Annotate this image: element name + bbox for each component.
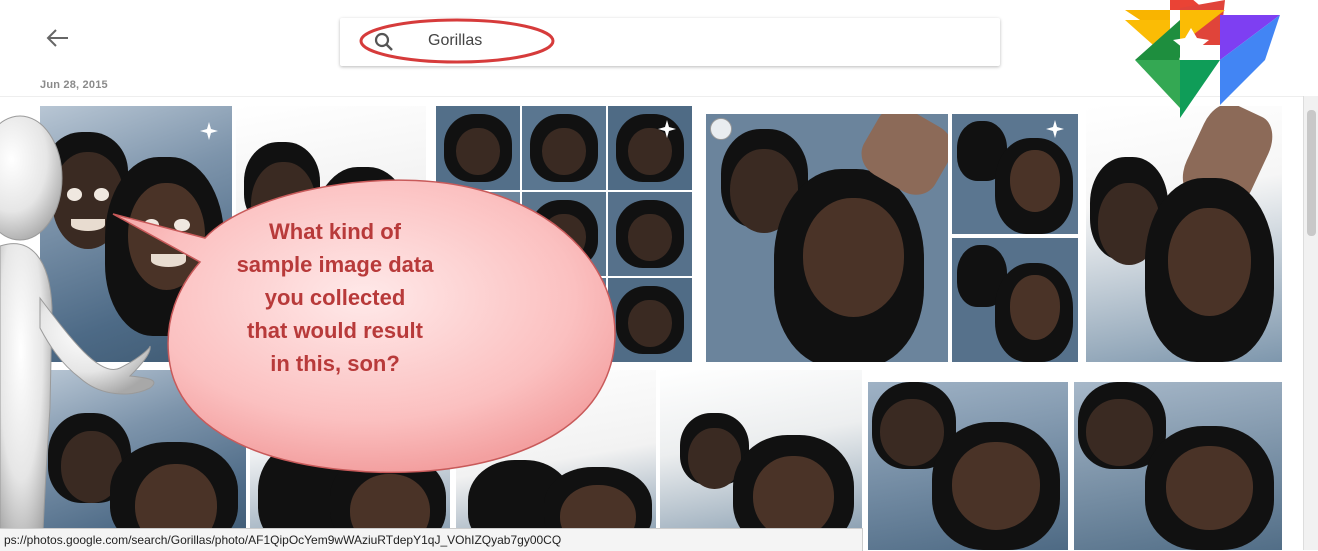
photo-thumbnail[interactable] — [250, 370, 450, 550]
photo-collage[interactable] — [698, 106, 1078, 362]
scrollbar-thumb[interactable] — [1307, 110, 1316, 236]
photo-thumbnail[interactable] — [1086, 106, 1282, 362]
back-button[interactable] — [38, 20, 78, 56]
google-photos-logo — [1125, 0, 1280, 118]
photo-thumbnail[interactable] — [660, 370, 862, 550]
presenter-figure — [0, 115, 155, 550]
arrow-left-icon — [46, 29, 68, 47]
highlight-circle — [359, 18, 555, 64]
photo-thumbnail[interactable] — [868, 382, 1068, 550]
photo-thumbnail[interactable] — [1074, 382, 1282, 550]
auto-enhance-icon — [200, 122, 218, 140]
callout-line: you collected — [264, 285, 406, 310]
callout-line: in this, son? — [270, 351, 400, 376]
photo-thumbnail[interactable] — [456, 370, 656, 550]
select-checkbox[interactable] — [710, 118, 732, 140]
status-bar-url: ps://photos.google.com/search/Gorillas/p… — [0, 528, 863, 551]
date-label: Jun 28, 2015 — [40, 79, 108, 91]
auto-enhance-icon — [1046, 120, 1064, 138]
callout-line: that would result — [247, 318, 423, 343]
callout-text: What kind of sample image data you colle… — [190, 215, 480, 380]
auto-enhance-icon — [658, 120, 676, 138]
callout-line: sample image data — [236, 252, 434, 277]
callout-line: What kind of — [269, 219, 401, 244]
